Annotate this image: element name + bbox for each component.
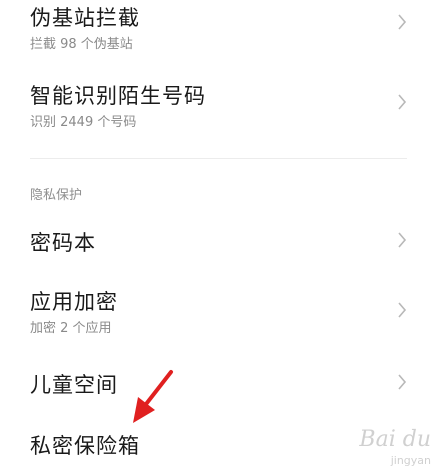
row-smart-unknown-number[interactable]: 智能识别陌生号码 识别 2449 个号码 (0, 70, 437, 142)
row-kids-space[interactable]: 儿童空间 (0, 355, 437, 405)
row-title: 智能识别陌生号码 (30, 84, 206, 108)
row-title: 私密保险箱 (30, 434, 140, 458)
chevron-right-icon (398, 232, 407, 248)
chevron-right-icon (398, 374, 407, 390)
row-title: 应用加密 (30, 290, 118, 314)
section-divider (30, 158, 407, 159)
row-subtitle: 加密 2 个应用 (30, 321, 112, 336)
row-subtitle: 拦截 98 个伪基站 (30, 37, 133, 52)
chevron-right-icon (398, 14, 407, 30)
baidu-watermark: Bai du jingyan (359, 427, 431, 467)
chevron-right-icon (398, 302, 407, 318)
watermark-subtext: jingyan (390, 454, 431, 467)
watermark-text: Bai du (359, 427, 431, 452)
section-header-privacy: 隐私保护 (30, 188, 83, 203)
chevron-right-icon (398, 94, 407, 110)
row-fake-base-station-block[interactable]: 伪基站拦截 拦截 98 个伪基站 (0, 0, 437, 60)
row-title: 密码本 (30, 231, 96, 255)
row-title: 儿童空间 (30, 373, 118, 397)
row-password-book[interactable]: 密码本 (0, 215, 437, 265)
row-app-encryption[interactable]: 应用加密 加密 2 个应用 (0, 278, 437, 342)
row-subtitle: 识别 2449 个号码 (30, 115, 137, 130)
row-title: 伪基站拦截 (30, 6, 140, 30)
